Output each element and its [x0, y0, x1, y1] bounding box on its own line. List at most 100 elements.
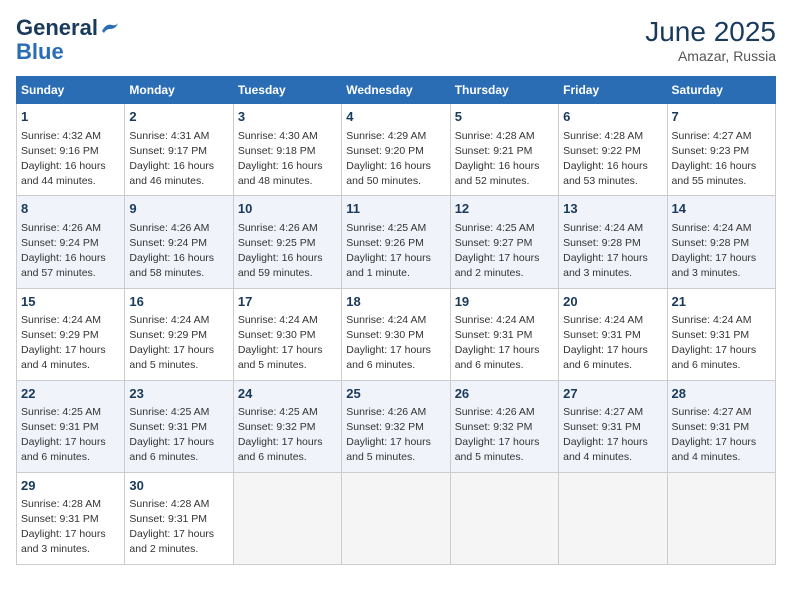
table-row: 20 Sunrise: 4:24 AM Sunset: 9:31 PM Dayl… — [559, 288, 667, 380]
day-number: 18 — [346, 293, 445, 311]
table-row — [667, 472, 775, 564]
day-info: Sunrise: 4:26 AM Sunset: 9:32 PM Dayligh… — [455, 405, 554, 466]
col-tuesday: Tuesday — [233, 77, 341, 104]
table-row: 2 Sunrise: 4:31 AM Sunset: 9:17 PM Dayli… — [125, 104, 233, 196]
day-info: Sunrise: 4:24 AM Sunset: 9:30 PM Dayligh… — [238, 313, 337, 374]
day-number: 2 — [129, 108, 228, 126]
day-info: Sunrise: 4:25 AM Sunset: 9:27 PM Dayligh… — [455, 221, 554, 282]
day-info: Sunrise: 4:24 AM Sunset: 9:31 PM Dayligh… — [455, 313, 554, 374]
day-number: 6 — [563, 108, 662, 126]
day-info: Sunrise: 4:28 AM Sunset: 9:31 PM Dayligh… — [129, 497, 228, 558]
table-row: 5 Sunrise: 4:28 AM Sunset: 9:21 PM Dayli… — [450, 104, 558, 196]
table-row: 26 Sunrise: 4:26 AM Sunset: 9:32 PM Dayl… — [450, 380, 558, 472]
day-info: Sunrise: 4:28 AM Sunset: 9:22 PM Dayligh… — [563, 129, 662, 190]
day-number: 21 — [672, 293, 771, 311]
day-number: 14 — [672, 200, 771, 218]
day-number: 25 — [346, 385, 445, 403]
table-row — [342, 472, 450, 564]
week-row-1: 1 Sunrise: 4:32 AM Sunset: 9:16 PM Dayli… — [17, 104, 776, 196]
table-row: 15 Sunrise: 4:24 AM Sunset: 9:29 PM Dayl… — [17, 288, 125, 380]
day-info: Sunrise: 4:25 AM Sunset: 9:26 PM Dayligh… — [346, 221, 445, 282]
day-number: 12 — [455, 200, 554, 218]
day-number: 9 — [129, 200, 228, 218]
col-monday: Monday — [125, 77, 233, 104]
day-number: 3 — [238, 108, 337, 126]
day-number: 13 — [563, 200, 662, 218]
page-header: General Blue June 2025 Amazar, Russia — [16, 16, 776, 64]
table-row: 14 Sunrise: 4:24 AM Sunset: 9:28 PM Dayl… — [667, 196, 775, 288]
day-info: Sunrise: 4:25 AM Sunset: 9:32 PM Dayligh… — [238, 405, 337, 466]
day-info: Sunrise: 4:30 AM Sunset: 9:18 PM Dayligh… — [238, 129, 337, 190]
day-info: Sunrise: 4:24 AM Sunset: 9:28 PM Dayligh… — [672, 221, 771, 282]
calendar-table: Sunday Monday Tuesday Wednesday Thursday… — [16, 76, 776, 564]
day-number: 29 — [21, 477, 120, 495]
day-info: Sunrise: 4:24 AM Sunset: 9:31 PM Dayligh… — [672, 313, 771, 374]
day-number: 11 — [346, 200, 445, 218]
table-row: 18 Sunrise: 4:24 AM Sunset: 9:30 PM Dayl… — [342, 288, 450, 380]
day-info: Sunrise: 4:26 AM Sunset: 9:24 PM Dayligh… — [21, 221, 120, 282]
table-row: 24 Sunrise: 4:25 AM Sunset: 9:32 PM Dayl… — [233, 380, 341, 472]
table-row: 12 Sunrise: 4:25 AM Sunset: 9:27 PM Dayl… — [450, 196, 558, 288]
day-info: Sunrise: 4:25 AM Sunset: 9:31 PM Dayligh… — [129, 405, 228, 466]
table-row: 19 Sunrise: 4:24 AM Sunset: 9:31 PM Dayl… — [450, 288, 558, 380]
table-row: 28 Sunrise: 4:27 AM Sunset: 9:31 PM Dayl… — [667, 380, 775, 472]
day-number: 4 — [346, 108, 445, 126]
col-sunday: Sunday — [17, 77, 125, 104]
week-row-2: 8 Sunrise: 4:26 AM Sunset: 9:24 PM Dayli… — [17, 196, 776, 288]
table-row: 11 Sunrise: 4:25 AM Sunset: 9:26 PM Dayl… — [342, 196, 450, 288]
table-row — [450, 472, 558, 564]
day-info: Sunrise: 4:24 AM Sunset: 9:30 PM Dayligh… — [346, 313, 445, 374]
title-block: June 2025 Amazar, Russia — [645, 16, 776, 64]
table-row: 16 Sunrise: 4:24 AM Sunset: 9:29 PM Dayl… — [125, 288, 233, 380]
table-row — [559, 472, 667, 564]
day-number: 7 — [672, 108, 771, 126]
table-row: 29 Sunrise: 4:28 AM Sunset: 9:31 PM Dayl… — [17, 472, 125, 564]
col-saturday: Saturday — [667, 77, 775, 104]
day-info: Sunrise: 4:29 AM Sunset: 9:20 PM Dayligh… — [346, 129, 445, 190]
table-row: 13 Sunrise: 4:24 AM Sunset: 9:28 PM Dayl… — [559, 196, 667, 288]
table-row: 17 Sunrise: 4:24 AM Sunset: 9:30 PM Dayl… — [233, 288, 341, 380]
table-row: 4 Sunrise: 4:29 AM Sunset: 9:20 PM Dayli… — [342, 104, 450, 196]
table-row: 9 Sunrise: 4:26 AM Sunset: 9:24 PM Dayli… — [125, 196, 233, 288]
table-row: 23 Sunrise: 4:25 AM Sunset: 9:31 PM Dayl… — [125, 380, 233, 472]
day-info: Sunrise: 4:26 AM Sunset: 9:24 PM Dayligh… — [129, 221, 228, 282]
day-info: Sunrise: 4:24 AM Sunset: 9:28 PM Dayligh… — [563, 221, 662, 282]
col-friday: Friday — [559, 77, 667, 104]
table-row — [233, 472, 341, 564]
day-info: Sunrise: 4:25 AM Sunset: 9:31 PM Dayligh… — [21, 405, 120, 466]
day-info: Sunrise: 4:27 AM Sunset: 9:31 PM Dayligh… — [563, 405, 662, 466]
day-info: Sunrise: 4:24 AM Sunset: 9:29 PM Dayligh… — [21, 313, 120, 374]
day-number: 8 — [21, 200, 120, 218]
day-number: 17 — [238, 293, 337, 311]
col-thursday: Thursday — [450, 77, 558, 104]
day-number: 1 — [21, 108, 120, 126]
month-year: June 2025 — [645, 16, 776, 48]
day-info: Sunrise: 4:24 AM Sunset: 9:31 PM Dayligh… — [563, 313, 662, 374]
day-number: 26 — [455, 385, 554, 403]
day-number: 28 — [672, 385, 771, 403]
logo-text: General — [16, 16, 120, 40]
day-info: Sunrise: 4:24 AM Sunset: 9:29 PM Dayligh… — [129, 313, 228, 374]
table-row: 22 Sunrise: 4:25 AM Sunset: 9:31 PM Dayl… — [17, 380, 125, 472]
day-number: 15 — [21, 293, 120, 311]
week-row-3: 15 Sunrise: 4:24 AM Sunset: 9:29 PM Dayl… — [17, 288, 776, 380]
day-info: Sunrise: 4:28 AM Sunset: 9:21 PM Dayligh… — [455, 129, 554, 190]
table-row: 25 Sunrise: 4:26 AM Sunset: 9:32 PM Dayl… — [342, 380, 450, 472]
day-number: 30 — [129, 477, 228, 495]
day-number: 19 — [455, 293, 554, 311]
day-info: Sunrise: 4:27 AM Sunset: 9:31 PM Dayligh… — [672, 405, 771, 466]
day-info: Sunrise: 4:27 AM Sunset: 9:23 PM Dayligh… — [672, 129, 771, 190]
table-row: 7 Sunrise: 4:27 AM Sunset: 9:23 PM Dayli… — [667, 104, 775, 196]
day-info: Sunrise: 4:32 AM Sunset: 9:16 PM Dayligh… — [21, 129, 120, 190]
table-row: 30 Sunrise: 4:28 AM Sunset: 9:31 PM Dayl… — [125, 472, 233, 564]
day-number: 23 — [129, 385, 228, 403]
table-row: 8 Sunrise: 4:26 AM Sunset: 9:24 PM Dayli… — [17, 196, 125, 288]
day-number: 27 — [563, 385, 662, 403]
table-row: 6 Sunrise: 4:28 AM Sunset: 9:22 PM Dayli… — [559, 104, 667, 196]
day-number: 20 — [563, 293, 662, 311]
logo: General Blue — [16, 16, 120, 64]
day-number: 5 — [455, 108, 554, 126]
day-info: Sunrise: 4:26 AM Sunset: 9:32 PM Dayligh… — [346, 405, 445, 466]
table-row: 21 Sunrise: 4:24 AM Sunset: 9:31 PM Dayl… — [667, 288, 775, 380]
location: Amazar, Russia — [645, 48, 776, 64]
